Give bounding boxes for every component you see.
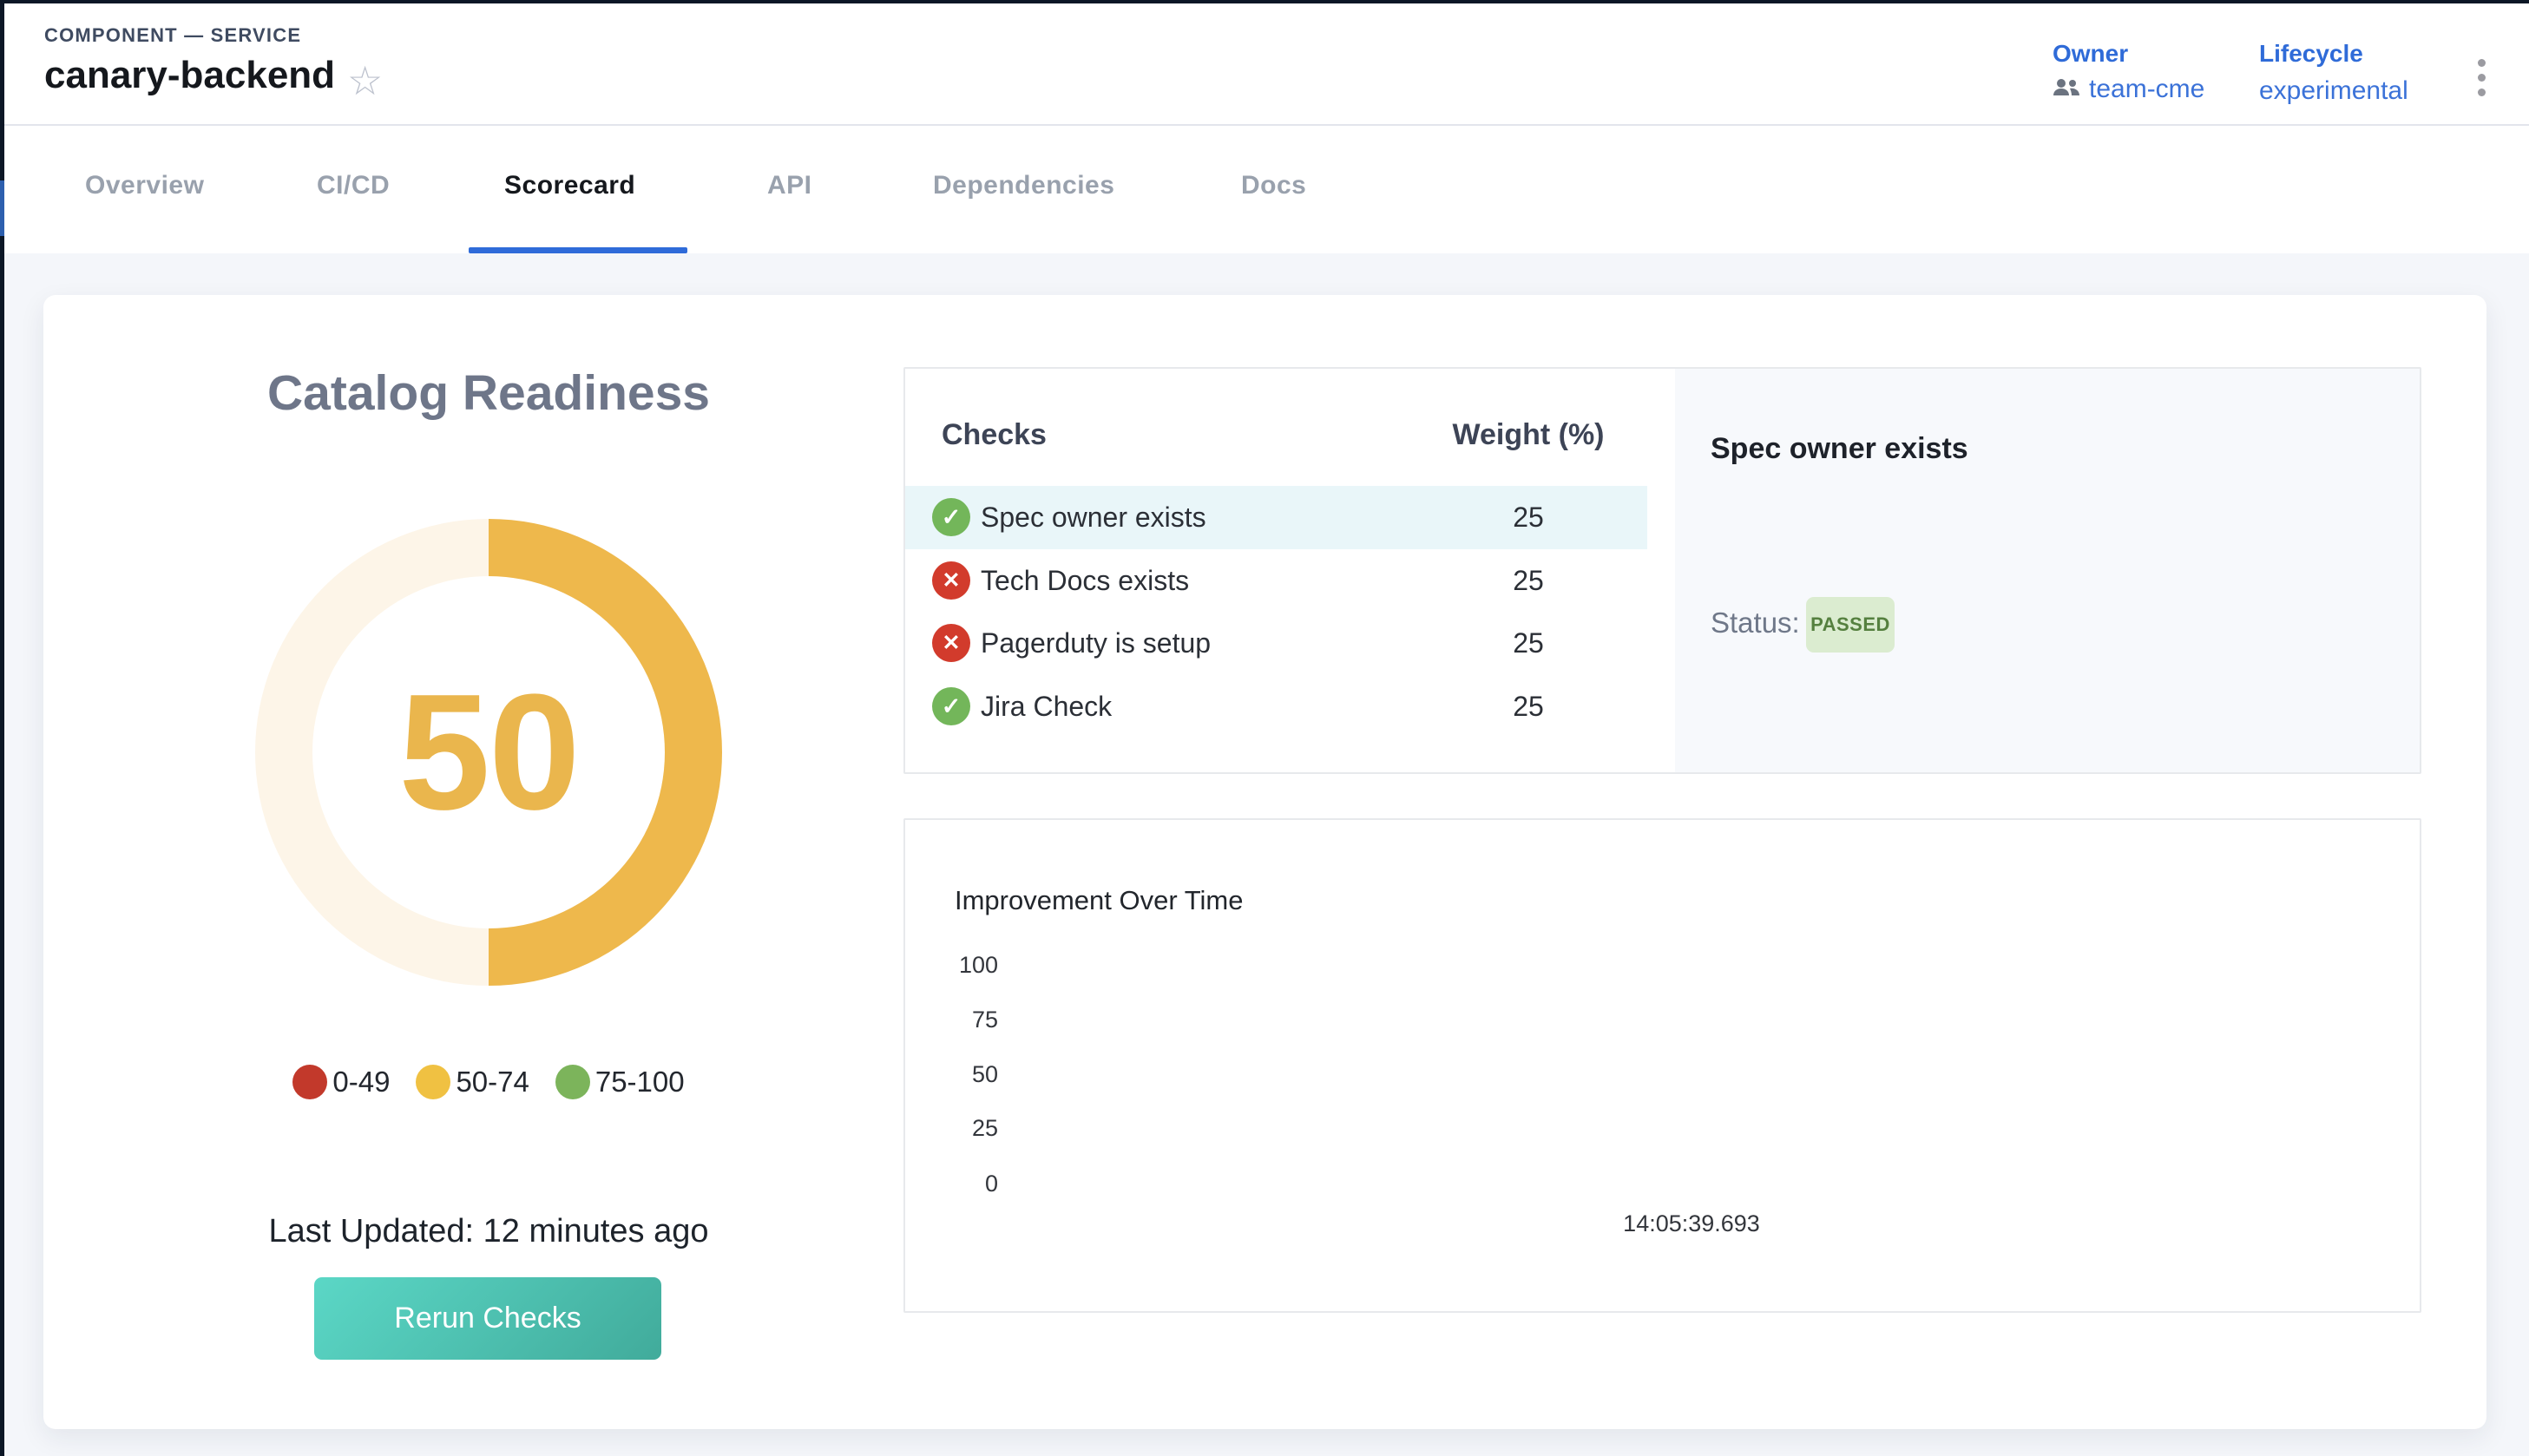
legend-item-high: 75-100 (555, 1065, 685, 1099)
table-row[interactable]: ✕ Pagerduty is setup 25 (905, 612, 1674, 675)
x-axis-tick: 14:05:39.693 (1561, 1210, 1822, 1237)
window-frame-top (0, 0, 2529, 3)
page-title: canary-backend (44, 54, 335, 97)
legend-label: 0-49 (332, 1066, 390, 1099)
check-passed-icon: ✓ (932, 498, 970, 536)
chart-title: Improvement Over Time (955, 885, 1243, 916)
legend-dot-green (555, 1065, 590, 1099)
check-weight: 25 (1442, 502, 1615, 534)
breadcrumb: COMPONENT — SERVICE (44, 24, 301, 47)
check-weight: 25 (1442, 565, 1615, 597)
lifecycle-label: Lifecycle (2259, 40, 2363, 68)
kebab-dot (2478, 59, 2486, 67)
score-legend: 0-49 50-74 75-100 (43, 1065, 934, 1099)
legend-item-low: 0-49 (292, 1065, 390, 1099)
active-tab-underline (469, 247, 687, 253)
y-axis-tick: 75 (908, 1007, 998, 1033)
tab-dependencies[interactable]: Dependencies (933, 171, 1114, 200)
y-axis-tick: 50 (908, 1061, 998, 1088)
tab-scorecard[interactable]: Scorecard (504, 171, 635, 200)
tab-overview[interactable]: Overview (85, 171, 204, 200)
status-label: Status: (1711, 607, 1800, 639)
check-name: Tech Docs exists (981, 565, 1189, 597)
more-options-kebab-icon[interactable] (2474, 56, 2489, 100)
y-axis-tick: 0 (908, 1171, 998, 1197)
kebab-dot (2478, 89, 2486, 96)
status-badge: PASSED (1806, 597, 1895, 653)
lifecycle-value: experimental (2259, 76, 2408, 106)
legend-item-mid: 50-74 (416, 1065, 529, 1099)
score-value: 50 (398, 658, 578, 847)
score-gauge-hole: 50 (312, 576, 665, 928)
tab-bar: Overview CI/CD Scorecard API Dependencie… (4, 126, 2529, 253)
legend-dot-red (292, 1065, 327, 1099)
owner-link[interactable]: team-cme (2089, 75, 2204, 104)
check-detail-panel (1675, 369, 2420, 772)
weight-column-header: Weight (%) (1442, 418, 1615, 452)
table-row[interactable]: ✓ Jira Check 25 (905, 675, 1674, 738)
table-row[interactable]: ✕ Tech Docs exists 25 (905, 549, 1674, 613)
entity-header: COMPONENT — SERVICE canary-backend ☆ Own… (4, 3, 2529, 126)
check-failed-icon: ✕ (932, 561, 970, 600)
owner-value-row: team-cme (2053, 75, 2204, 104)
y-axis-tick: 100 (908, 952, 998, 979)
table-row[interactable]: ✓ Spec owner exists 25 (905, 486, 1647, 549)
app-window: COMPONENT — SERVICE canary-backend ☆ Own… (0, 0, 2529, 1456)
y-axis-tick: 25 (908, 1115, 998, 1142)
tab-docs[interactable]: Docs (1241, 171, 1306, 200)
legend-label: 50-74 (456, 1066, 529, 1099)
check-name: Pagerduty is setup (981, 627, 1211, 659)
last-updated-text: Last Updated: 12 minutes ago (43, 1213, 934, 1250)
gauge-title: Catalog Readiness (43, 364, 934, 422)
checks-column-header: Checks (942, 418, 1047, 452)
legend-dot-yellow (416, 1065, 450, 1099)
check-weight: 25 (1442, 691, 1615, 723)
group-icon (2053, 78, 2080, 102)
detail-check-title: Spec owner exists (1711, 432, 1968, 466)
rerun-checks-button[interactable]: Rerun Checks (314, 1277, 661, 1360)
kebab-dot (2478, 74, 2486, 82)
sidebar-active-indicator (0, 180, 4, 236)
legend-label: 75-100 (595, 1066, 685, 1099)
check-name: Spec owner exists (981, 502, 1206, 534)
check-passed-icon: ✓ (932, 687, 970, 725)
check-weight: 25 (1442, 627, 1615, 659)
tab-cicd[interactable]: CI/CD (317, 171, 390, 200)
favorite-star-icon[interactable]: ☆ (347, 61, 383, 101)
check-name: Jira Check (981, 691, 1112, 723)
owner-label: Owner (2053, 40, 2128, 68)
score-gauge: 50 (255, 519, 722, 986)
check-failed-icon: ✕ (932, 624, 970, 662)
tab-api[interactable]: API (767, 171, 812, 200)
